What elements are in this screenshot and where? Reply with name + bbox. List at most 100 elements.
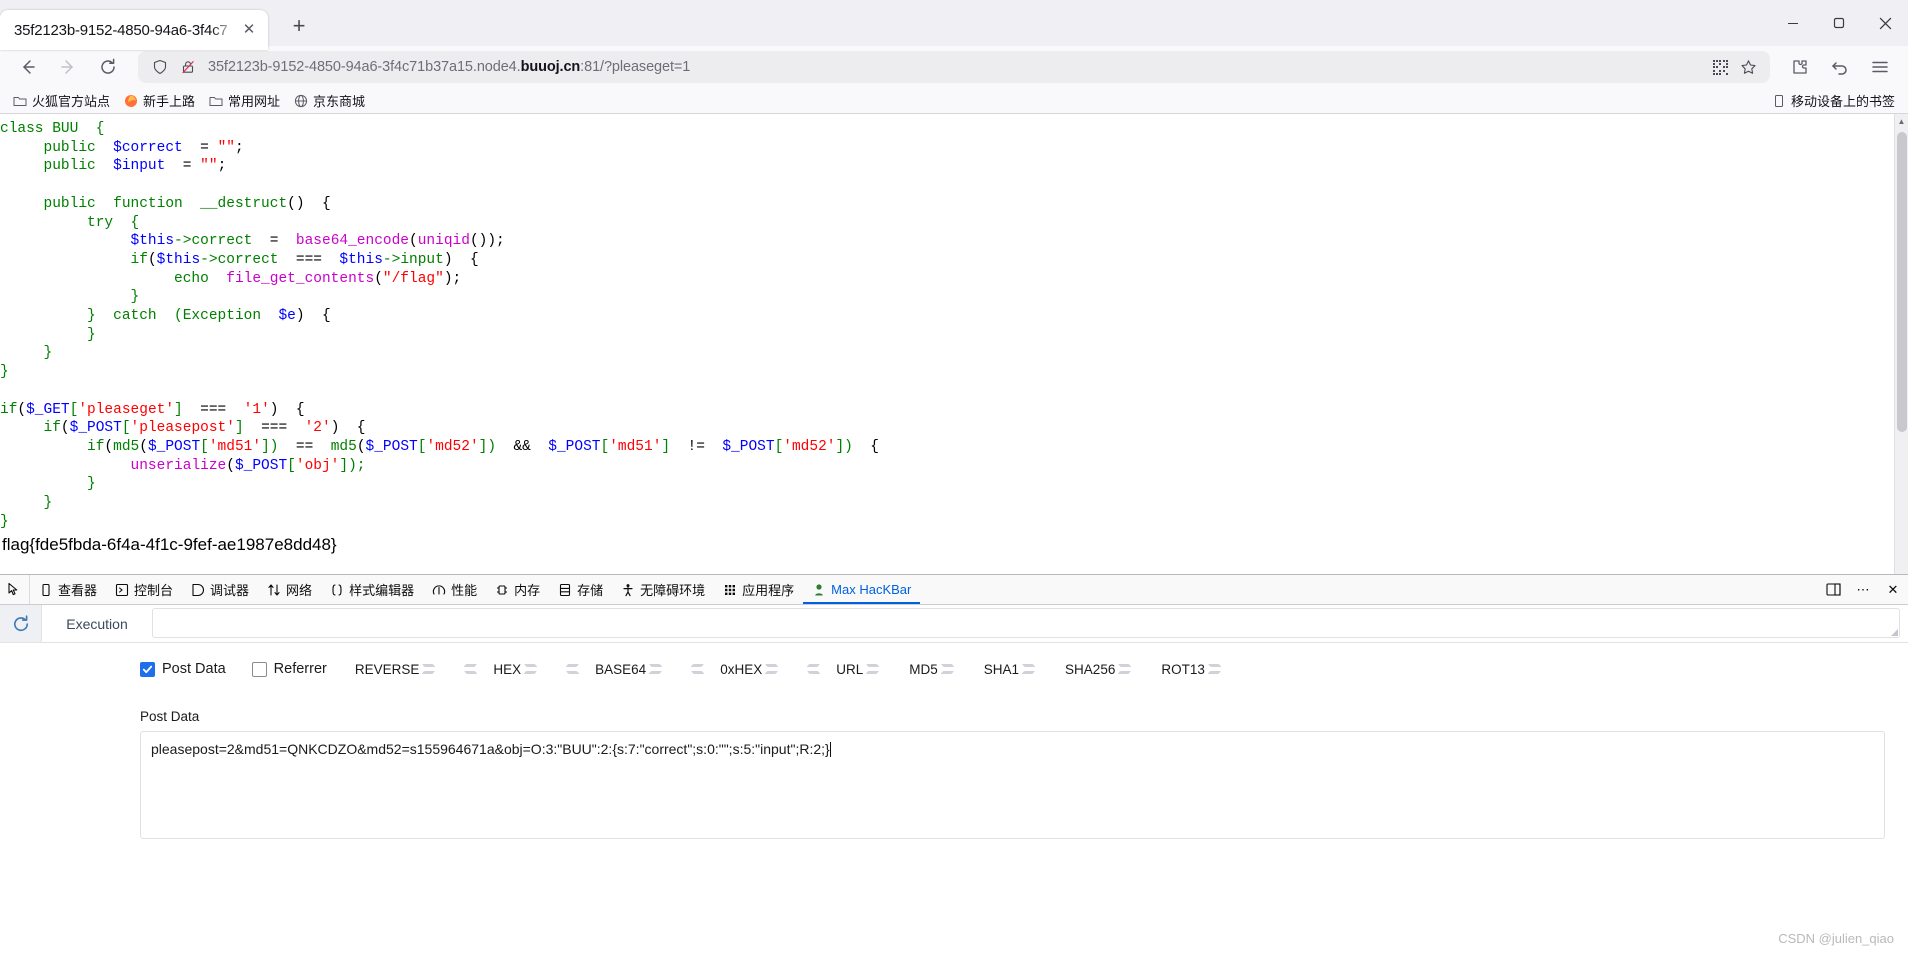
checkbox-box[interactable] bbox=[251, 661, 267, 677]
url-text[interactable]: 35f2123b-9152-4850-94a6-3f4c71b37a15.nod… bbox=[202, 59, 1706, 75]
code-token: $_POST bbox=[234, 457, 288, 474]
bookmark-label: 新手上路 bbox=[143, 94, 196, 109]
shield-icon[interactable] bbox=[146, 53, 174, 81]
refresh-icon[interactable] bbox=[0, 605, 42, 642]
devtools-tab-label: 样式编辑器 bbox=[349, 583, 415, 598]
code-token: if bbox=[43, 420, 61, 437]
code-token: $_POST bbox=[365, 438, 418, 455]
scroll-up-arrow[interactable]: ▲ bbox=[1895, 114, 1908, 128]
code-token: } bbox=[0, 345, 53, 362]
devtools-tab-8[interactable]: 存储 bbox=[549, 575, 612, 604]
devtools-tab-4[interactable]: 网络 bbox=[258, 575, 321, 604]
hackbar-execution-row: Execution bbox=[0, 605, 1908, 643]
post-data-input[interactable]: pleasepost=2&md51=QNKCDZO&md52=s15596467… bbox=[140, 731, 1885, 839]
encoder-button-base64[interactable]: BASE64 bbox=[565, 656, 676, 682]
code-token: __destruct bbox=[200, 195, 288, 212]
chevron-right-icon bbox=[523, 658, 551, 680]
qr-code-icon[interactable] bbox=[1706, 53, 1734, 81]
tab-close-icon[interactable]: ✕ bbox=[238, 19, 260, 41]
hackbar-icon bbox=[812, 583, 826, 597]
devtools-tab-3[interactable]: 调试器 bbox=[182, 575, 258, 604]
hamburger-menu-icon[interactable] bbox=[1863, 50, 1897, 84]
url-prefix: 35f2123b-9152-4850-94a6-3f4c71b37a15.nod… bbox=[208, 59, 521, 75]
code-token: ″″ bbox=[217, 139, 235, 156]
back-icon[interactable] bbox=[11, 50, 45, 84]
code-line: } bbox=[0, 326, 1908, 345]
extension-icon[interactable] bbox=[1783, 50, 1817, 84]
encoder-button-0xhex[interactable]: 0xHEX bbox=[690, 656, 792, 682]
code-token: ); bbox=[443, 270, 462, 287]
encoder-button-sha256[interactable]: SHA256 bbox=[1063, 656, 1145, 682]
new-tab-button[interactable]: + bbox=[282, 9, 316, 43]
close-button[interactable] bbox=[1862, 0, 1908, 46]
devtools-tab-5[interactable]: 样式编辑器 bbox=[321, 575, 423, 604]
bookmark-item[interactable]: 京东商城 bbox=[287, 89, 372, 112]
meatball-menu-icon[interactable]: ⋯ bbox=[1848, 575, 1878, 605]
code-token: = bbox=[165, 158, 201, 175]
code-token: } bbox=[0, 326, 96, 343]
devtools-tab-9[interactable]: 无障碍环境 bbox=[612, 575, 714, 604]
minimize-button[interactable] bbox=[1770, 0, 1816, 46]
code-token: == bbox=[278, 438, 331, 455]
checkbox-referrer[interactable]: Referrer bbox=[251, 661, 327, 677]
encoder-button-sha1[interactable]: SHA1 bbox=[982, 656, 1049, 682]
url-bar[interactable]: 35f2123b-9152-4850-94a6-3f4c71b37a15.nod… bbox=[138, 51, 1770, 83]
code-token: { bbox=[78, 121, 105, 137]
code-token: ( bbox=[374, 270, 383, 287]
code-token: === bbox=[182, 401, 244, 418]
url-suffix: :81/?pleaseget=1 bbox=[580, 59, 691, 75]
scrollbar-thumb[interactable] bbox=[1897, 132, 1907, 432]
encoder-label: REVERSE bbox=[354, 661, 420, 677]
devtools-tab-2[interactable]: 控制台 bbox=[106, 575, 182, 604]
code-token: input bbox=[400, 251, 444, 268]
checkbox-post-data[interactable]: Post Data bbox=[140, 661, 226, 677]
devtools-tab-6[interactable]: 性能 bbox=[423, 575, 486, 604]
maximize-button[interactable] bbox=[1816, 0, 1862, 46]
page-content: class BUU { public $correct = ″″; public… bbox=[0, 114, 1908, 574]
bookmark-star-icon[interactable] bbox=[1734, 53, 1762, 81]
browser-tab[interactable]: 35f2123b-9152-4850-94a6-3f4c7 ✕ bbox=[0, 10, 268, 50]
bookmark-item[interactable]: 火狐官方站点 bbox=[6, 89, 117, 112]
dock-split-icon[interactable] bbox=[1818, 575, 1848, 605]
devtools-tab-7[interactable]: 内存 bbox=[486, 575, 549, 604]
page-scrollbar[interactable]: ▲ bbox=[1894, 114, 1908, 574]
code-token: ″/flag″ bbox=[382, 270, 444, 287]
close-devtools-icon[interactable]: ✕ bbox=[1878, 575, 1908, 605]
hackbar-panel: Execution Post Data Referrer REVERSE HEX BAS… bbox=[0, 605, 1908, 972]
code-token: Exception bbox=[182, 308, 262, 325]
code-token: if bbox=[0, 401, 18, 418]
devtools-panel: 查看器 控制台 调试器 网络 样式编辑器 性能 内存 存储 无障碍环境 应用程序 Max HacKB… bbox=[0, 574, 1908, 972]
code-token: BUU bbox=[52, 121, 79, 137]
devtools-tab-11[interactable]: Max HacKBar bbox=[803, 575, 920, 604]
bookmark-item[interactable]: 新手上路 bbox=[117, 89, 202, 112]
devtools-tab-10[interactable]: 应用程序 bbox=[714, 575, 803, 604]
bookmark-label: 常用网址 bbox=[228, 94, 281, 109]
checkbox-box[interactable] bbox=[140, 661, 155, 677]
code-line: class BUU { bbox=[0, 120, 1908, 139]
encoder-button-rot13[interactable]: ROT13 bbox=[1159, 656, 1235, 682]
reload-icon[interactable] bbox=[91, 50, 125, 84]
flag-text: flag{fde5fbda-6f4a-4f1c-9fef-ae1987e8dd4… bbox=[2, 535, 337, 555]
bookmark-item-mobile[interactable]: 移动设备上的书签 bbox=[1765, 89, 1902, 112]
code-token: $this bbox=[156, 251, 201, 268]
bookmark-item[interactable]: 常用网址 bbox=[202, 89, 287, 112]
code-token: if bbox=[130, 251, 148, 268]
code-token: { bbox=[852, 438, 879, 455]
execute-button[interactable]: Execution bbox=[42, 605, 152, 642]
element-picker-icon[interactable] bbox=[0, 575, 30, 604]
devtools-tab-label: 性能 bbox=[451, 583, 478, 598]
code-token: ) { bbox=[295, 308, 331, 325]
encoder-button-md5[interactable]: MD5 bbox=[907, 656, 968, 682]
encoder-button-url[interactable]: URL bbox=[806, 656, 893, 682]
devtools-tab-1[interactable]: 查看器 bbox=[30, 575, 106, 604]
forward-icon[interactable] bbox=[51, 50, 85, 84]
code-token: } bbox=[0, 495, 53, 512]
undo-icon[interactable] bbox=[1823, 50, 1857, 84]
encoder-button-hex[interactable]: HEX bbox=[463, 656, 551, 682]
encoder-button-reverse[interactable]: REVERSE bbox=[353, 656, 450, 682]
devtools-tab-label: 内存 bbox=[514, 583, 541, 598]
code-token: ( bbox=[17, 401, 27, 418]
hackbar-url-input[interactable] bbox=[152, 608, 1900, 638]
lock-broken-icon[interactable] bbox=[174, 53, 202, 81]
code-token: != bbox=[670, 438, 723, 455]
